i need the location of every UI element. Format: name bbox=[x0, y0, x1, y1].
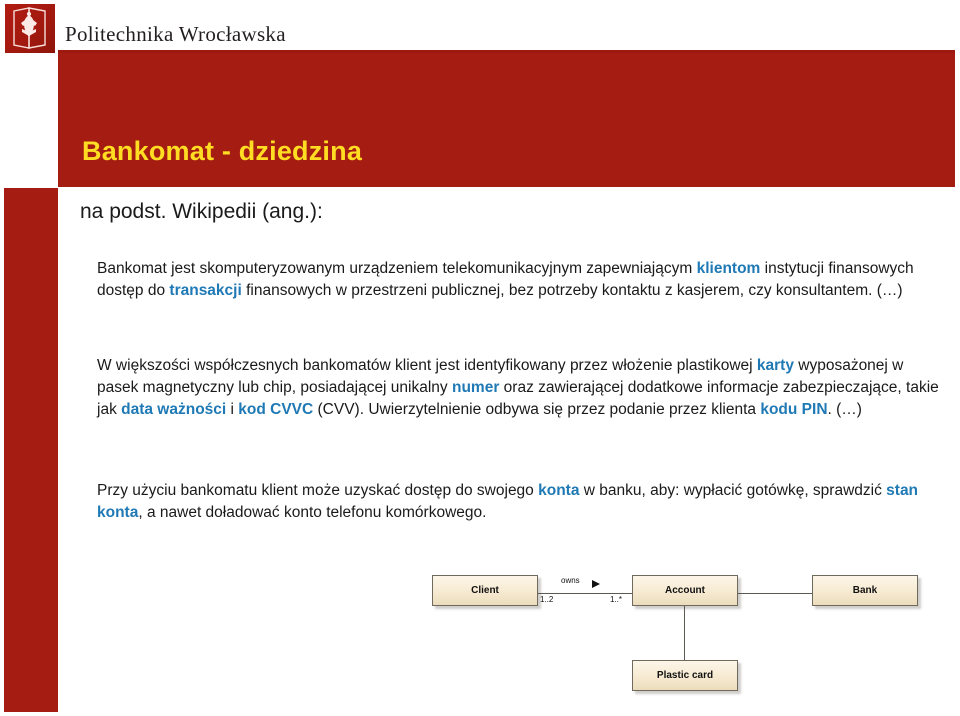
uml-multiplicity-client: 1..2 bbox=[540, 595, 554, 604]
university-name: Politechnika Wrocławska bbox=[65, 22, 286, 46]
highlighted-term: klientom bbox=[696, 260, 761, 277]
highlighted-term: kodu PIN bbox=[760, 401, 828, 418]
text-run: (CVV). Uwierzytelnienie odbywa się przez… bbox=[313, 401, 761, 418]
uml-class-bank-label: Bank bbox=[852, 585, 878, 596]
uml-association-account-plastic-card bbox=[684, 606, 685, 660]
page-title: Bankomat - dziedzina bbox=[82, 136, 363, 166]
text-run: . (…) bbox=[827, 401, 862, 418]
highlighted-term: data ważności bbox=[121, 401, 227, 418]
uml-direction-arrow-icon bbox=[592, 580, 600, 588]
uml-class-bank: Bank bbox=[812, 575, 918, 606]
slide-header: Politechnika Wrocławska bbox=[0, 0, 960, 53]
highlighted-term: konta bbox=[538, 482, 580, 499]
politechnika-wroclawska-eagle-logo-icon bbox=[5, 4, 55, 53]
highlighted-term: karty bbox=[756, 357, 794, 374]
text-run: Bankomat jest skomputeryzowanym urządzen… bbox=[97, 260, 697, 277]
slide-subtitle: na podst. Wikipedii (ang.): bbox=[80, 200, 323, 223]
paragraph-source-definition: Bankomat jest skomputeryzowanym urządzen… bbox=[97, 258, 942, 302]
uml-class-client-label: Client bbox=[471, 585, 499, 596]
uml-association-label-owns: owns bbox=[561, 576, 580, 585]
uml-domain-diagram: Client Account Bank Plastic card owns 1.… bbox=[420, 560, 960, 716]
uml-class-plastic-card: Plastic card bbox=[632, 660, 738, 691]
text-run: , a nawet doładować konto telefonu komór… bbox=[138, 504, 487, 521]
uml-multiplicity-account: 1..* bbox=[610, 595, 623, 604]
uml-association-account-bank bbox=[738, 593, 812, 594]
uml-class-account: Account bbox=[632, 575, 738, 606]
text-run: i bbox=[226, 401, 239, 418]
slide: Politechnika Wrocławska Bankomat - dzied… bbox=[0, 0, 960, 716]
highlighted-term: numer bbox=[452, 379, 500, 396]
uml-class-client: Client bbox=[432, 575, 538, 606]
uml-class-plastic-card-label: Plastic card bbox=[656, 670, 714, 681]
uml-association-client-account bbox=[538, 593, 632, 594]
uml-class-account-label: Account bbox=[665, 585, 705, 596]
text-run: Przy użyciu bankomatu klient może uzyska… bbox=[97, 482, 539, 499]
paragraph-card-identification: W większości współczesnych bankomatów kl… bbox=[97, 355, 942, 421]
left-accent-rail bbox=[4, 188, 58, 712]
text-run: W większości współczesnych bankomatów kl… bbox=[97, 357, 757, 374]
text-run: w banku, aby: wypłacić gotówkę, sprawdzi… bbox=[579, 482, 887, 499]
highlighted-term: kod CVVC bbox=[238, 401, 314, 418]
highlighted-term: transakcji bbox=[169, 282, 242, 299]
paragraph-atm-operations: Przy użyciu bankomatu klient może uzyska… bbox=[97, 480, 942, 524]
text-run: finansowych w przestrzeni publicznej, be… bbox=[241, 282, 903, 299]
